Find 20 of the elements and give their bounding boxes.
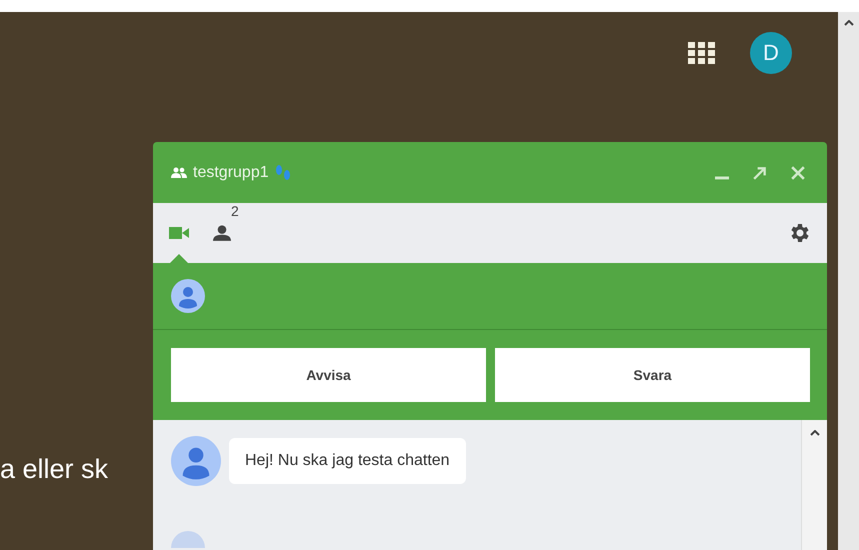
avatar-icon: [171, 436, 221, 486]
scroll-up-icon[interactable]: [844, 20, 854, 26]
apps-grid-icon[interactable]: [688, 42, 716, 64]
chat-title: testgrupp1: [193, 164, 269, 182]
chat-tab[interactable]: 2: [213, 203, 239, 263]
call-button[interactable]: Svara: [495, 348, 810, 402]
video-camera-icon: [169, 227, 189, 239]
close-icon[interactable]: [791, 166, 805, 180]
call-button[interactable]: Avvisa: [171, 348, 486, 402]
background-text: a eller sk: [0, 454, 110, 485]
scroll-up-icon[interactable]: [810, 430, 820, 436]
person-icon: [213, 225, 231, 241]
popout-arrow-icon[interactable]: [753, 166, 767, 180]
chat-message: Hej! Nu ska jag testa chatten: [229, 438, 466, 484]
avatar-icon: [171, 531, 205, 548]
chat-scrollbar[interactable]: [801, 420, 827, 550]
avatar-icon: [171, 279, 205, 313]
page-scrollbar[interactable]: [838, 12, 859, 550]
group-icon: [171, 166, 187, 178]
footprints-icon: [274, 164, 291, 182]
